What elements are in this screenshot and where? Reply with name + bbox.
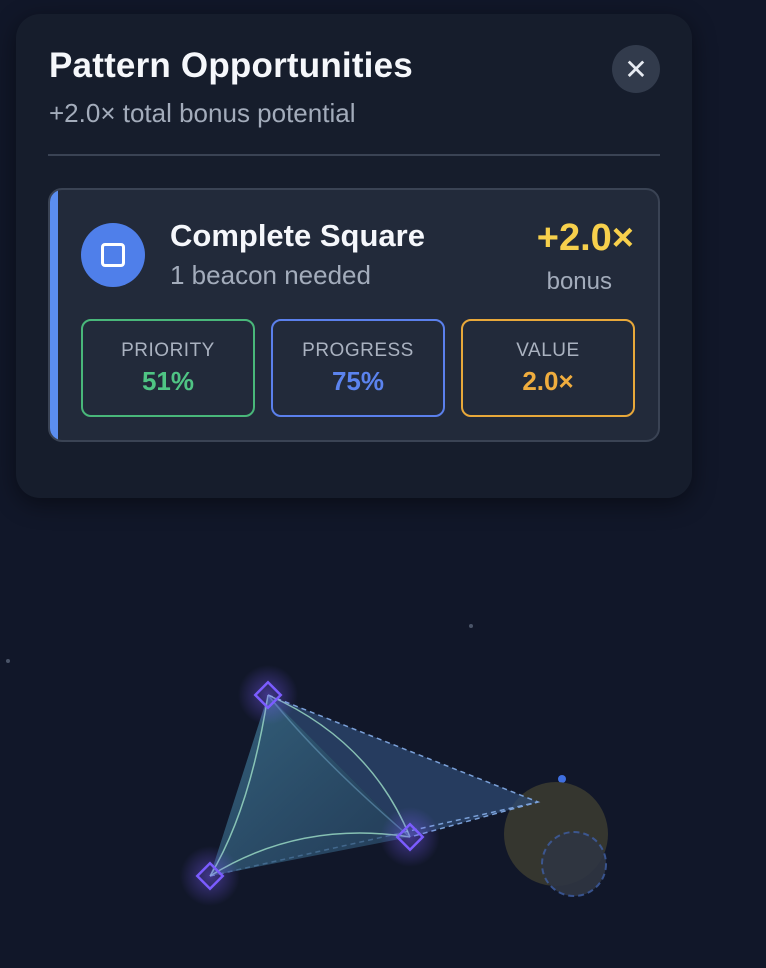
beacon[interactable] <box>180 846 240 906</box>
marker-dot <box>558 775 566 783</box>
game-map[interactable] <box>0 0 766 968</box>
star-dot <box>6 659 10 663</box>
beacon[interactable] <box>380 807 440 867</box>
star-dot <box>469 624 473 628</box>
ghost-beacon-slot[interactable] <box>541 831 607 897</box>
beacon[interactable] <box>238 665 298 725</box>
